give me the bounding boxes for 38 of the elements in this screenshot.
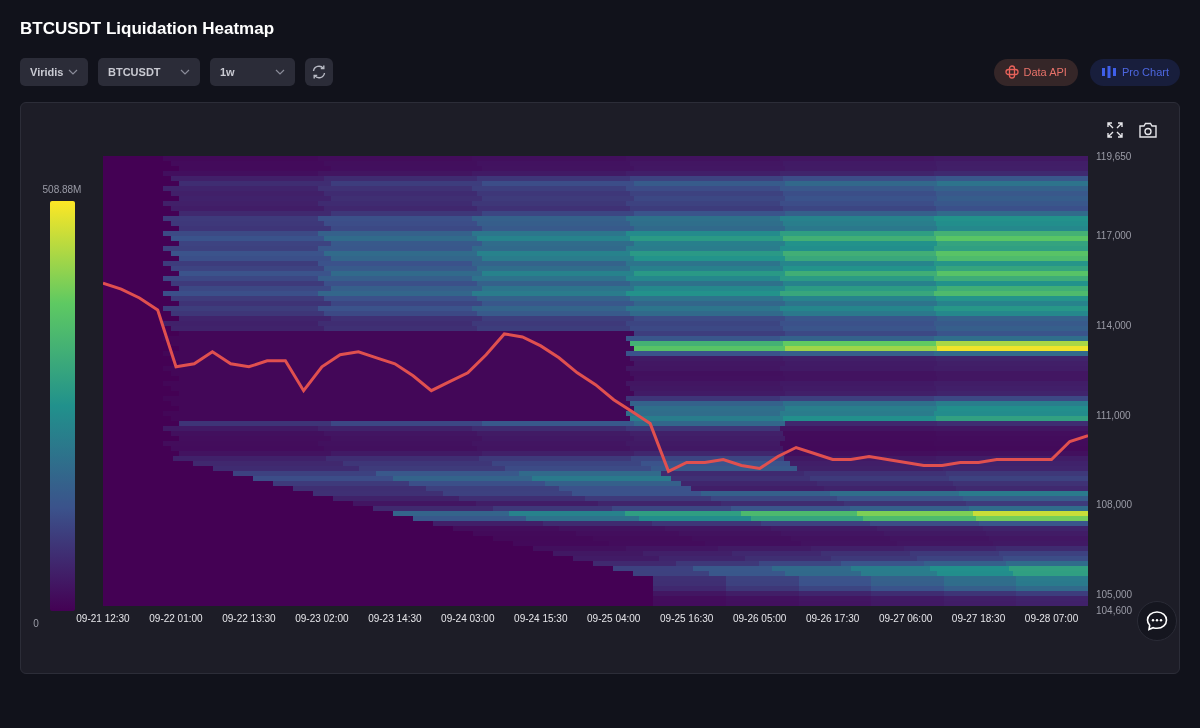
- caret-icon: [275, 69, 285, 75]
- dropdown-select[interactable]: Viridis: [20, 58, 88, 86]
- x-axis-label: 09-22 13:30: [222, 613, 276, 624]
- x-axis-label: 09-24 03:00: [441, 613, 495, 624]
- y-axis-label: 117,000: [1096, 229, 1132, 241]
- camera-icon[interactable]: [1139, 122, 1157, 138]
- dropdown-select[interactable]: BTCUSDT: [98, 58, 200, 86]
- y-axis-label: 105,000: [1096, 588, 1133, 600]
- x-axis-label: 09-25 16:30: [660, 613, 714, 624]
- x-axis-label: 09-26 05:00: [732, 613, 787, 624]
- refresh-button[interactable]: [305, 58, 333, 86]
- colorbar-min-label: 0: [33, 618, 39, 629]
- caret-icon: [68, 69, 78, 75]
- caret-icon: [180, 69, 190, 75]
- y-axis-label: 114,000: [1096, 319, 1132, 331]
- x-axis-label: 09-24 15:30: [514, 613, 568, 624]
- x-axis-label: 09-27 18:30: [951, 613, 1006, 624]
- y-axis-label: 111,000: [1096, 409, 1131, 421]
- candles-icon: [1100, 65, 1117, 79]
- x-axis-label: 09-27 06:00: [878, 613, 933, 624]
- y-axis-label: 108,000: [1096, 498, 1133, 510]
- refresh-icon: [311, 64, 327, 80]
- fullscreen-icon[interactable]: [1107, 122, 1123, 138]
- header-link[interactable]: Data API: [993, 58, 1078, 86]
- chat-bubble-icon: [1146, 611, 1168, 631]
- x-axis-label: 09-23 02:00: [295, 613, 349, 624]
- x-axis-label: 09-28 07:00: [1024, 613, 1079, 624]
- y-axis-label: 119,650: [1096, 150, 1132, 162]
- page-title: BTCUSDT Liquidation Heatmap: [20, 18, 276, 40]
- colorbar-max-label: 508.88M: [42, 184, 82, 195]
- knot-icon: [1004, 65, 1019, 79]
- x-axis-label: 09-23 14:30: [368, 613, 422, 624]
- x-axis-label: 09-21 12:30: [76, 613, 130, 624]
- y-axis-label: 104,600: [1096, 604, 1133, 616]
- x-axis-label: 09-26 17:30: [805, 613, 860, 624]
- dropdown-select[interactable]: 1w: [210, 58, 295, 86]
- x-axis-label: 09-25 04:00: [587, 613, 641, 624]
- x-axis-label: 09-22 01:00: [149, 613, 203, 624]
